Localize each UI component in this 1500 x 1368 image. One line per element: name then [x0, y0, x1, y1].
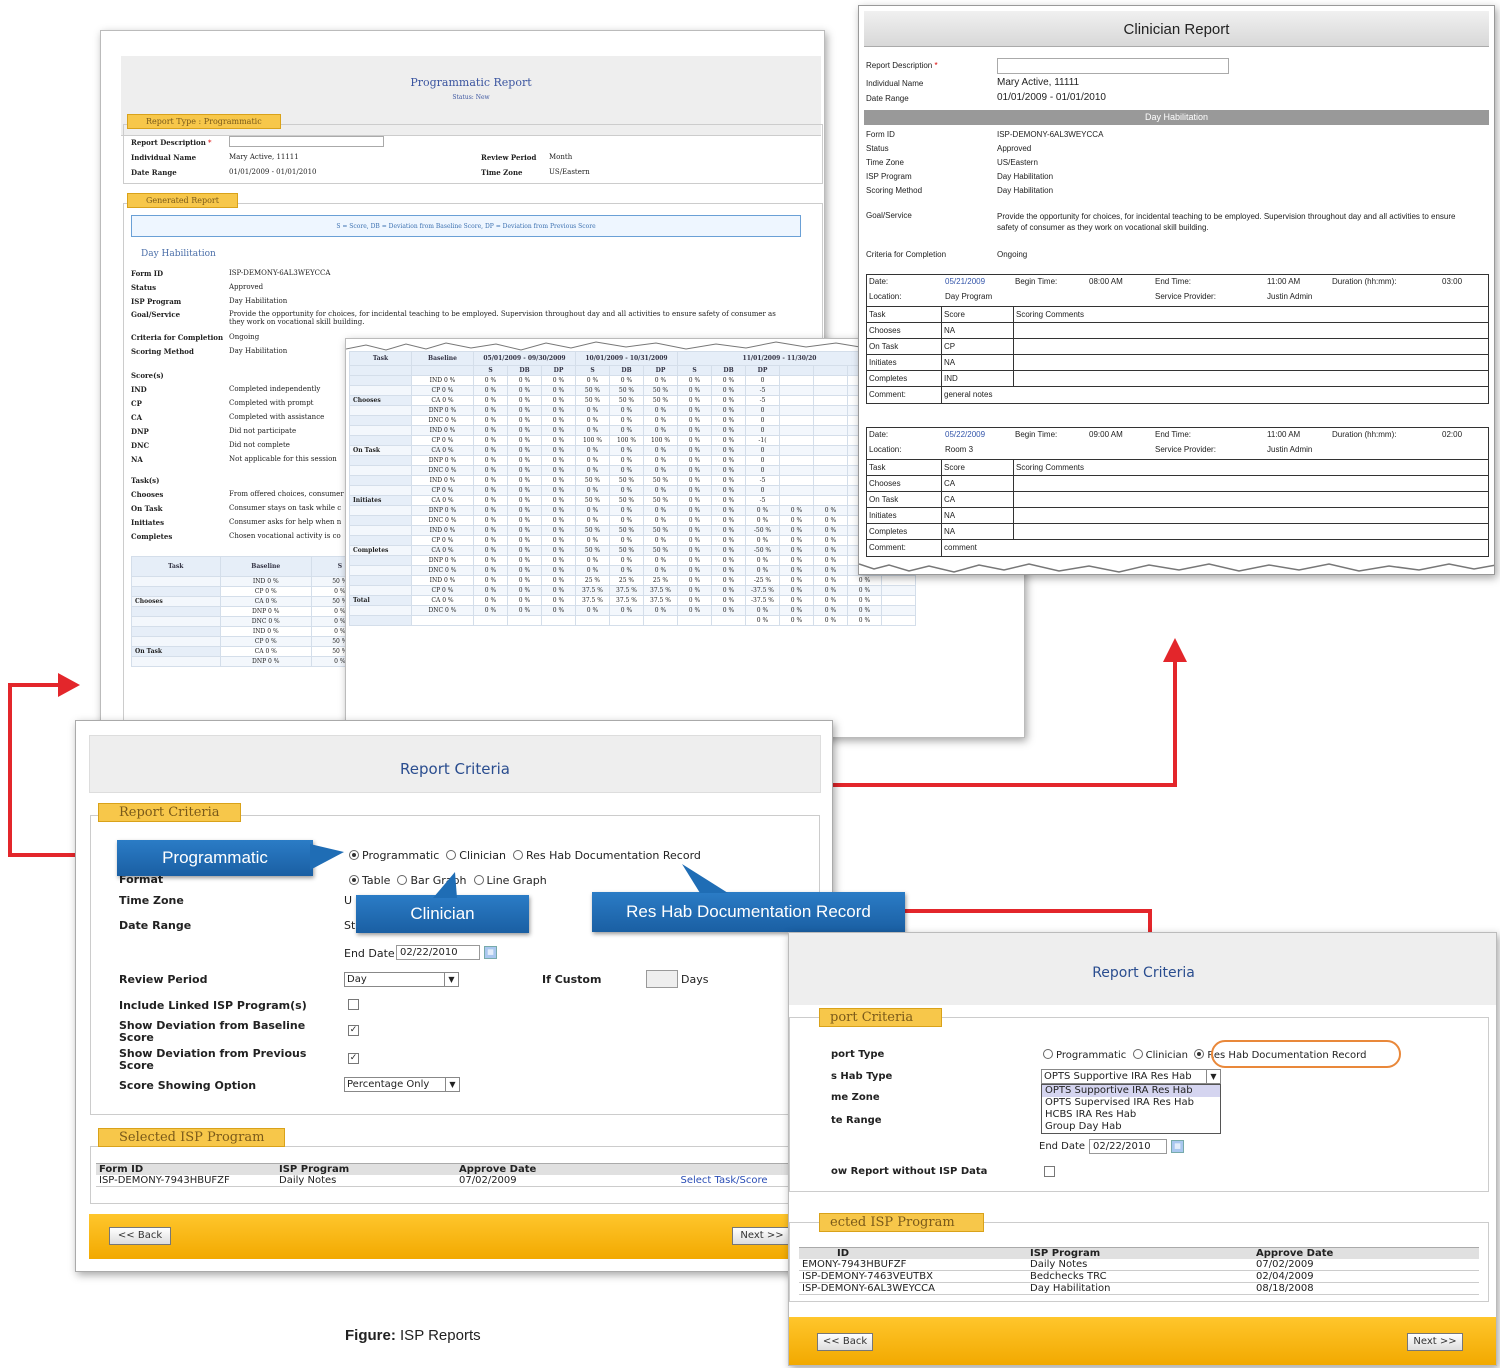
- col-approve-date: Approve Date: [1253, 1247, 1479, 1259]
- reshab-criteria-window: Report Criteria port Criteria port Type …: [788, 932, 1497, 1366]
- reshab-show-report-checkbox[interactable]: [1044, 1166, 1055, 1177]
- radio-programmatic[interactable]: Programmatic: [1043, 1049, 1126, 1061]
- col-id: ID: [799, 1247, 1027, 1259]
- days-label: Days: [681, 973, 709, 986]
- table-row: ISP-DEMONY-7463VEUTBX Bedchecks TRC 02/04/…: [799, 1270, 1479, 1283]
- linked-isp-label: Include Linked ISP Program(s): [119, 999, 307, 1012]
- radio-reshab[interactable]: Res Hab Documentation Record: [512, 849, 701, 862]
- next-button[interactable]: Next >>: [732, 1227, 792, 1245]
- reshab-criteria-header: Report Criteria: [789, 933, 1496, 1005]
- col-action: [636, 1163, 812, 1175]
- reshab-type-options[interactable]: OPTS Supportive IRA Res Hab OPTS Supervis…: [1041, 1084, 1221, 1134]
- reshab-selected-isp-tab: ected ISP Program: [819, 1213, 984, 1232]
- table-cell: ISP-DEMONY-6AL3WEYCCA: [799, 1282, 1027, 1295]
- table-cell: ISP-DEMONY-7463VEUTBX: [799, 1270, 1027, 1283]
- table-cell: EMONY-7943HBUFZF: [799, 1259, 1027, 1271]
- criteria-footer-bar: [89, 1214, 821, 1259]
- dev-baseline-label: Show Deviation from Baseline Score: [119, 1019, 306, 1044]
- isp-program-cell: Daily Notes: [276, 1175, 456, 1187]
- form-id-cell: ISP-DEMONY-7943HBUFZF: [96, 1175, 276, 1187]
- reshab-type-option[interactable]: OPTS Supervised IRA Res Hab: [1042, 1097, 1220, 1109]
- chevron-down-icon: ▼: [445, 1078, 459, 1091]
- reshab-back-button[interactable]: << Back: [817, 1333, 873, 1351]
- reshab-show-report-label: ow Report without ISP Data: [831, 1166, 988, 1177]
- dev-previous-checkbox[interactable]: ✓: [348, 1053, 359, 1064]
- score-option-label: Score Showing Option: [119, 1079, 257, 1092]
- start-date-label: St: [344, 919, 356, 932]
- col-approve-date: Approve Date: [456, 1163, 636, 1175]
- if-custom-label: If Custom: [542, 973, 602, 986]
- figure-caption: Figure: ISP Reports: [345, 1327, 481, 1344]
- report-criteria-window: Report Criteria Report Criteria Programm…: [75, 720, 833, 1272]
- selected-isp-tab: Selected ISP Program: [98, 1128, 286, 1147]
- callout-clinician: Clinician: [356, 895, 529, 933]
- radio-table[interactable]: Table: [349, 874, 390, 887]
- time-zone-label: Time Zone: [119, 894, 184, 907]
- back-button[interactable]: << Back: [109, 1227, 171, 1245]
- table-cell: Daily Notes: [1027, 1259, 1253, 1271]
- reshab-time-zone-label: me Zone: [831, 1092, 880, 1103]
- end-date-label: End Date: [344, 947, 395, 960]
- callout-clinician-pointer: [433, 872, 457, 898]
- callout-programmatic-pointer: [310, 844, 344, 870]
- score-option-select[interactable]: Percentage Only ▼: [344, 1077, 460, 1092]
- dev-previous-label: Show Deviation from Previous Score: [119, 1047, 307, 1072]
- end-date-input[interactable]: 02/22/2010: [396, 945, 480, 960]
- table-row: EMONY-7943HBUFZF Daily Notes 07/02/2009: [799, 1259, 1479, 1271]
- reshab-type-option[interactable]: HCBS IRA Res Hab: [1042, 1109, 1220, 1121]
- reshab-end-date-label: End Date: [1039, 1141, 1086, 1152]
- reshab-highlight-ring: [1211, 1040, 1401, 1068]
- date-range-label: Date Range: [119, 919, 192, 932]
- review-period-label: Review Period: [119, 973, 208, 986]
- chevron-down-icon: ▼: [1206, 1070, 1220, 1083]
- table-cell: 08/18/2008: [1253, 1282, 1479, 1295]
- dev-baseline-checkbox[interactable]: ✓: [348, 1025, 359, 1036]
- table-cell: Day Habilitation: [1027, 1282, 1253, 1295]
- reshab-type-label: s Hab Type: [831, 1071, 893, 1082]
- chevron-down-icon: ▼: [444, 973, 458, 986]
- calendar-icon[interactable]: ▦: [484, 946, 497, 959]
- linked-isp-checkbox[interactable]: [348, 999, 359, 1010]
- selected-isp-table: Form ID ISP Program Approve Date ISP-DEM…: [96, 1163, 812, 1187]
- table-row: ISP-DEMONY-6AL3WEYCCA Day Habilitation 08/…: [799, 1282, 1479, 1295]
- reshab-type-option[interactable]: Group Day Hab: [1042, 1121, 1220, 1133]
- report-type-radios: Programmatic Clinician Res Hab Documenta…: [349, 849, 701, 862]
- radio-programmatic[interactable]: Programmatic: [349, 849, 439, 862]
- col-form-id: Form ID: [96, 1163, 276, 1175]
- report-criteria-header: Report Criteria: [89, 735, 821, 793]
- table-cell: Bedchecks TRC: [1027, 1270, 1253, 1283]
- time-zone-value: U: [344, 894, 353, 907]
- reshab-date-range-label: te Range: [831, 1115, 882, 1126]
- reshab-criteria-tab: port Criteria: [819, 1008, 943, 1027]
- callout-reshab-pointer: [682, 864, 728, 893]
- table-cell: 02/04/2009: [1253, 1270, 1479, 1283]
- callout-programmatic: Programmatic: [117, 840, 313, 876]
- calendar-icon[interactable]: ▦: [1171, 1140, 1184, 1153]
- reshab-type-option[interactable]: OPTS Supportive IRA Res Hab: [1042, 1085, 1220, 1097]
- review-period-select[interactable]: Day ▼: [344, 972, 459, 987]
- radio-clinician[interactable]: Clinician: [1132, 1049, 1188, 1061]
- reshab-end-date-input[interactable]: 02/22/2010: [1089, 1139, 1167, 1154]
- report-criteria-tab: Report Criteria: [98, 803, 241, 822]
- reshab-report-type-label: port Type: [831, 1049, 885, 1060]
- reshab-footer-bar: [789, 1317, 1496, 1365]
- col-isp-program: ISP Program: [276, 1163, 456, 1175]
- table-row: ISP-DEMONY-7943HBUFZF Daily Notes 07/02/…: [96, 1175, 812, 1187]
- select-task-score-link[interactable]: Select Task/Score: [636, 1175, 812, 1187]
- reshab-isp-table: ID ISP Program Approve Date EMONY-7943HB…: [799, 1247, 1479, 1295]
- radio-line-graph[interactable]: Line Graph: [473, 874, 547, 887]
- reshab-type-select[interactable]: OPTS Supportive IRA Res Hab ▼: [1041, 1069, 1221, 1084]
- table-cell: 07/02/2009: [1253, 1259, 1479, 1271]
- col-isp-program: ISP Program: [1027, 1247, 1253, 1259]
- custom-days-input[interactable]: [646, 970, 678, 988]
- callout-reshab: Res Hab Documentation Record: [592, 892, 905, 932]
- radio-clinician[interactable]: Clinician: [446, 849, 506, 862]
- reshab-next-button[interactable]: Next >>: [1407, 1333, 1463, 1351]
- approve-date-cell: 07/02/2009: [456, 1175, 636, 1187]
